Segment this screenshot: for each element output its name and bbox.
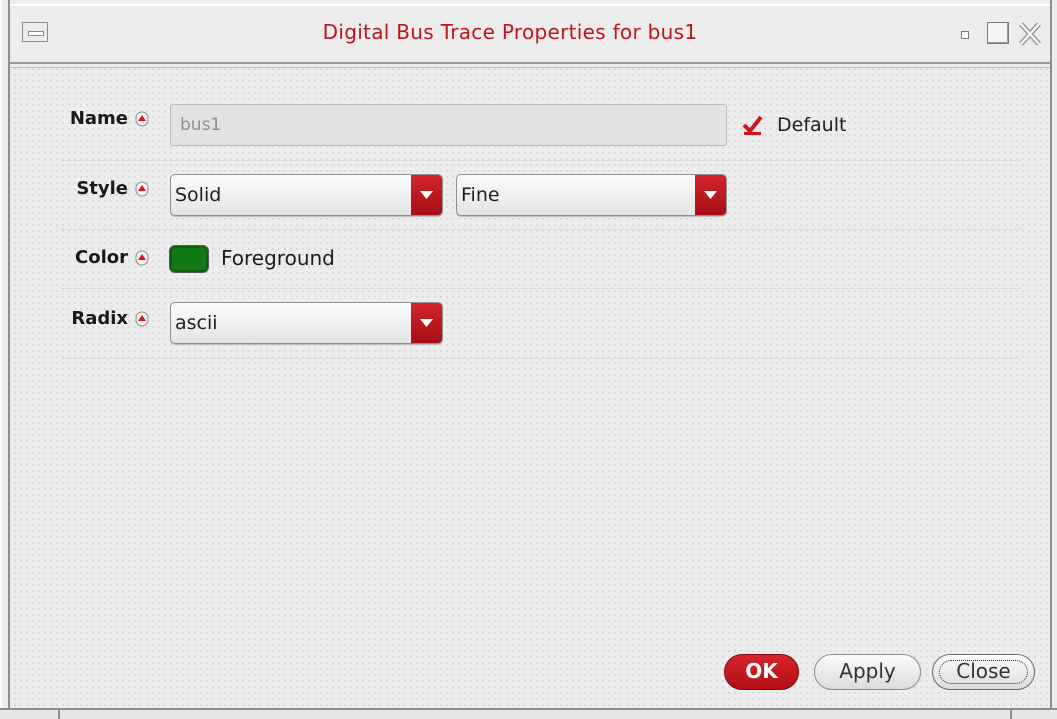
window-title: Digital Bus Trace Properties for bus1 — [322, 20, 698, 44]
name-label: Name — [69, 108, 128, 129]
style-field-indicator-icon[interactable] — [135, 181, 149, 197]
close-button[interactable]: Close — [932, 654, 1035, 690]
window-frame-left[interactable] — [0, 0, 10, 719]
name-input[interactable]: bus1 — [170, 104, 727, 146]
default-checkbox-label: Default — [777, 114, 847, 136]
default-checkbox[interactable]: Default — [742, 112, 862, 138]
chevron-down-icon[interactable] — [411, 175, 442, 215]
row-divider — [62, 229, 1020, 230]
ok-button[interactable]: OK — [724, 654, 799, 690]
maximize-square-shape — [987, 22, 1009, 44]
title-bar[interactable]: Digital Bus Trace Properties for bus1 — [10, 0, 1050, 68]
window-frame-right[interactable] — [1050, 0, 1057, 719]
checkmark-icon — [742, 115, 763, 135]
radix-label: Radix — [71, 308, 128, 329]
color-swatch[interactable] — [169, 245, 209, 273]
line-thickness-value: Fine — [461, 184, 500, 206]
style-label: Style — [76, 178, 128, 199]
line-style-select[interactable]: Solid — [170, 174, 443, 216]
window-frame-bottom[interactable] — [0, 708, 1057, 719]
row-divider — [62, 358, 1020, 359]
maximize-icon[interactable] — [984, 19, 1012, 49]
line-style-value: Solid — [175, 184, 222, 206]
name-field-indicator-icon[interactable] — [135, 111, 149, 127]
minimize-icon[interactable] — [950, 19, 978, 49]
minimize-square-shape — [961, 31, 969, 39]
line-thickness-select[interactable]: Fine — [456, 174, 727, 216]
radix-value: ascii — [175, 312, 218, 334]
apply-button[interactable]: Apply — [814, 654, 921, 690]
frame-corner-tick — [58, 710, 60, 719]
chevron-down-icon[interactable] — [411, 303, 442, 343]
color-field-indicator-icon[interactable] — [135, 250, 149, 266]
row-divider — [62, 160, 1020, 161]
close-button-label: Close — [956, 659, 1011, 683]
color-label: Color — [75, 247, 128, 268]
close-icon[interactable] — [1016, 19, 1044, 49]
row-divider — [62, 288, 1020, 289]
radix-select[interactable]: ascii — [170, 302, 443, 344]
color-value[interactable]: Foreground — [221, 246, 335, 270]
radix-field-indicator-icon[interactable] — [135, 311, 149, 327]
frame-corner-tick — [1010, 710, 1012, 719]
chevron-down-icon[interactable] — [695, 175, 726, 215]
